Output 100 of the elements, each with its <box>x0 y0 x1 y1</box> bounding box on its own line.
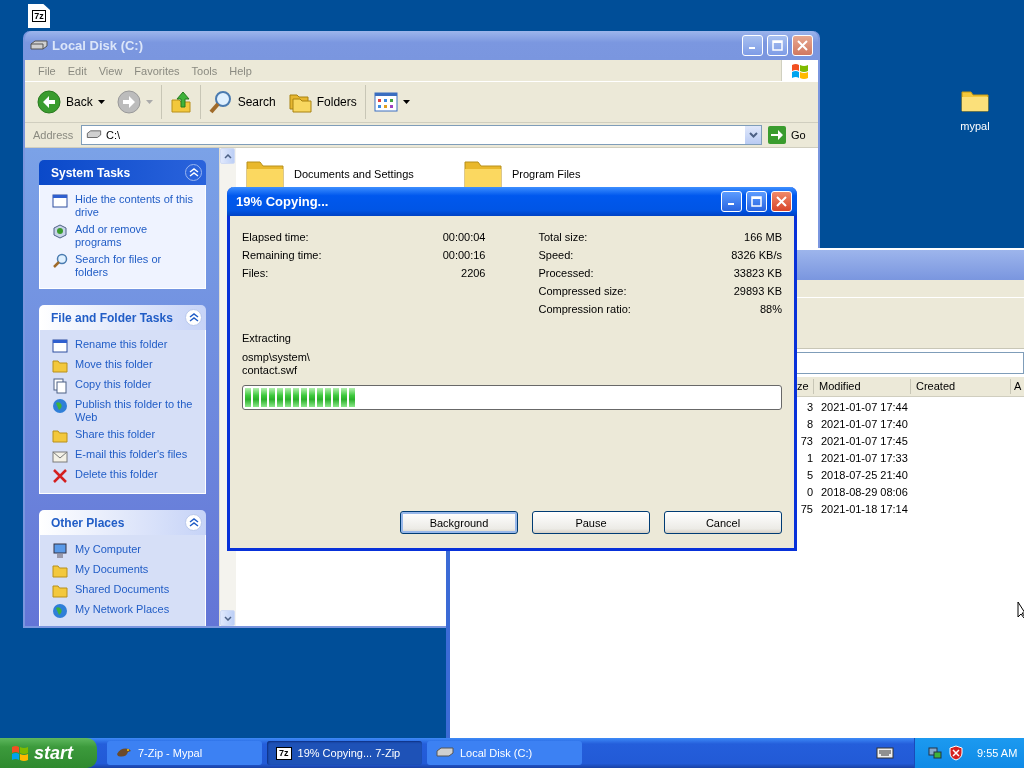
task-link[interactable]: Publish this folder to the Web <box>75 398 193 424</box>
column-header[interactable]: A <box>1010 379 1022 394</box>
task-link[interactable]: Hide the contents of this drive <box>75 193 193 219</box>
menu-item[interactable]: Help <box>224 64 257 77</box>
task-link[interactable]: Rename this folder <box>75 338 168 351</box>
table-cell-text: 2018-08-29 08:06 <box>820 485 908 498</box>
search-button[interactable]: Search <box>204 85 280 119</box>
window-title: Local Disk (C:) <box>52 38 143 53</box>
task-link[interactable]: Delete this folder <box>75 468 158 481</box>
task-link[interactable]: My Documents <box>75 563 149 576</box>
collapse-icon[interactable] <box>185 164 202 181</box>
go-button[interactable]: Go <box>766 126 814 144</box>
table-cell-text: 2021-01-18 17:14 <box>820 502 908 515</box>
back-button[interactable]: Back <box>33 85 109 119</box>
menu-item[interactable]: File <box>33 64 61 77</box>
stat-label: Compression ratio: <box>538 303 631 315</box>
folders-button[interactable]: Folders <box>283 85 366 119</box>
scroll-down-button[interactable] <box>220 610 235 626</box>
task-link[interactable]: E-mail this folder's files <box>75 448 188 461</box>
close-icon <box>776 196 787 207</box>
globe-icon <box>52 603 68 619</box>
stat-value: 166 MB <box>744 231 782 243</box>
close-button[interactable] <box>771 191 792 212</box>
panel-header[interactable]: Other Places <box>39 510 206 535</box>
file-path: contact.swf <box>242 364 299 377</box>
column-header[interactable]: Modified <box>813 379 910 394</box>
stat-value: 88% <box>759 303 782 315</box>
close-icon <box>797 40 808 51</box>
taskbar-button[interactable]: 7z 19% Copying... 7-Zip <box>267 741 422 765</box>
views-icon <box>373 92 398 112</box>
dialog-button[interactable]: Pause <box>532 511 650 534</box>
menu-item[interactable]: Edit <box>62 64 92 77</box>
desktop-icon-label[interactable]: mypal <box>960 120 990 132</box>
network-icon[interactable] <box>927 745 943 761</box>
drive-icon <box>30 39 48 52</box>
folder-up-icon <box>169 90 192 114</box>
pages-icon <box>52 378 68 394</box>
minimize-button[interactable] <box>721 191 742 212</box>
folder-icon[interactable] <box>961 88 989 112</box>
chevron-down-icon <box>748 132 758 138</box>
maximize-button[interactable] <box>746 191 767 212</box>
column-header[interactable]: ze <box>797 379 813 394</box>
caret-icon <box>97 100 105 104</box>
search-icon <box>208 90 233 114</box>
task-link[interactable]: My Network Places <box>75 603 170 616</box>
taskbar-button[interactable]: 7-Zip - Mypal <box>107 741 262 765</box>
archive-file-icon[interactable]: 7z <box>28 4 50 28</box>
table-cell-text: 5 <box>805 468 813 481</box>
address-field[interactable]: C:\ <box>81 125 762 145</box>
stat-label: Remaining time: <box>242 249 322 261</box>
start-button[interactable]: start <box>0 738 97 768</box>
window-title: 19% Copying... <box>235 194 329 209</box>
task-link[interactable]: Move this folder <box>75 358 153 371</box>
stat-value: 8326 KB/s <box>731 249 782 261</box>
menu-item[interactable]: View <box>93 64 128 77</box>
folder-icon[interactable] <box>246 158 284 190</box>
menu-item[interactable]: Tools <box>186 64 223 77</box>
table-cell-text: 2021-01-07 17:45 <box>820 434 908 447</box>
stat-label: Speed: <box>538 249 574 261</box>
file-path: osmp\system\ <box>242 351 311 364</box>
task-link[interactable]: Copy this folder <box>75 378 152 391</box>
panel-header[interactable]: System Tasks <box>39 160 206 185</box>
maximize-icon <box>751 196 762 207</box>
column-header[interactable]: Created <box>910 379 1010 394</box>
collapse-icon[interactable] <box>185 514 202 531</box>
stat-value: 33823 KB <box>733 267 782 279</box>
drive-icon <box>436 747 454 759</box>
dropdown-button[interactable] <box>745 126 761 144</box>
stat-value: 00:00:04 <box>442 231 486 243</box>
folder-icon[interactable] <box>464 158 502 190</box>
clock: 9:55 AM <box>977 747 1018 759</box>
flag-icon <box>10 744 30 762</box>
stat-label: Total size: <box>538 231 588 243</box>
dialog-button[interactable]: Cancel <box>664 511 782 534</box>
taskbar-button[interactable]: Local Disk (C:) <box>427 741 582 765</box>
task-link[interactable]: Add or remove programs <box>75 223 193 249</box>
stat-label: Files: <box>242 267 269 279</box>
delete-icon <box>52 468 68 484</box>
stat-value: 29893 KB <box>733 285 782 297</box>
maximize-icon <box>772 40 783 51</box>
dialog-button[interactable]: Background <box>400 511 518 534</box>
task-link[interactable]: Shared Documents <box>75 583 170 596</box>
folder-name[interactable]: Documents and Settings <box>294 168 414 180</box>
table-cell-text: 2021-01-07 17:40 <box>820 417 908 430</box>
task-link[interactable]: Share this folder <box>75 428 156 441</box>
collapse-icon[interactable] <box>185 309 202 326</box>
table-cell-text: 73 <box>799 434 813 447</box>
chevron-up-icon <box>223 153 232 159</box>
shield-icon[interactable] <box>949 745 963 761</box>
computer-icon <box>52 543 68 559</box>
scroll-up-button[interactable] <box>220 148 235 164</box>
panel-header[interactable]: File and Folder Tasks <box>39 305 206 330</box>
stat-label: Processed: <box>538 267 594 279</box>
caret-icon <box>402 100 410 104</box>
task-link[interactable]: Search for files or folders <box>75 253 193 279</box>
keyboard-icon[interactable] <box>876 747 894 759</box>
folder-name[interactable]: Program Files <box>512 168 581 180</box>
menu-item[interactable]: Favorites <box>129 64 185 77</box>
task-link[interactable]: My Computer <box>75 543 142 556</box>
caret-icon <box>145 100 153 104</box>
